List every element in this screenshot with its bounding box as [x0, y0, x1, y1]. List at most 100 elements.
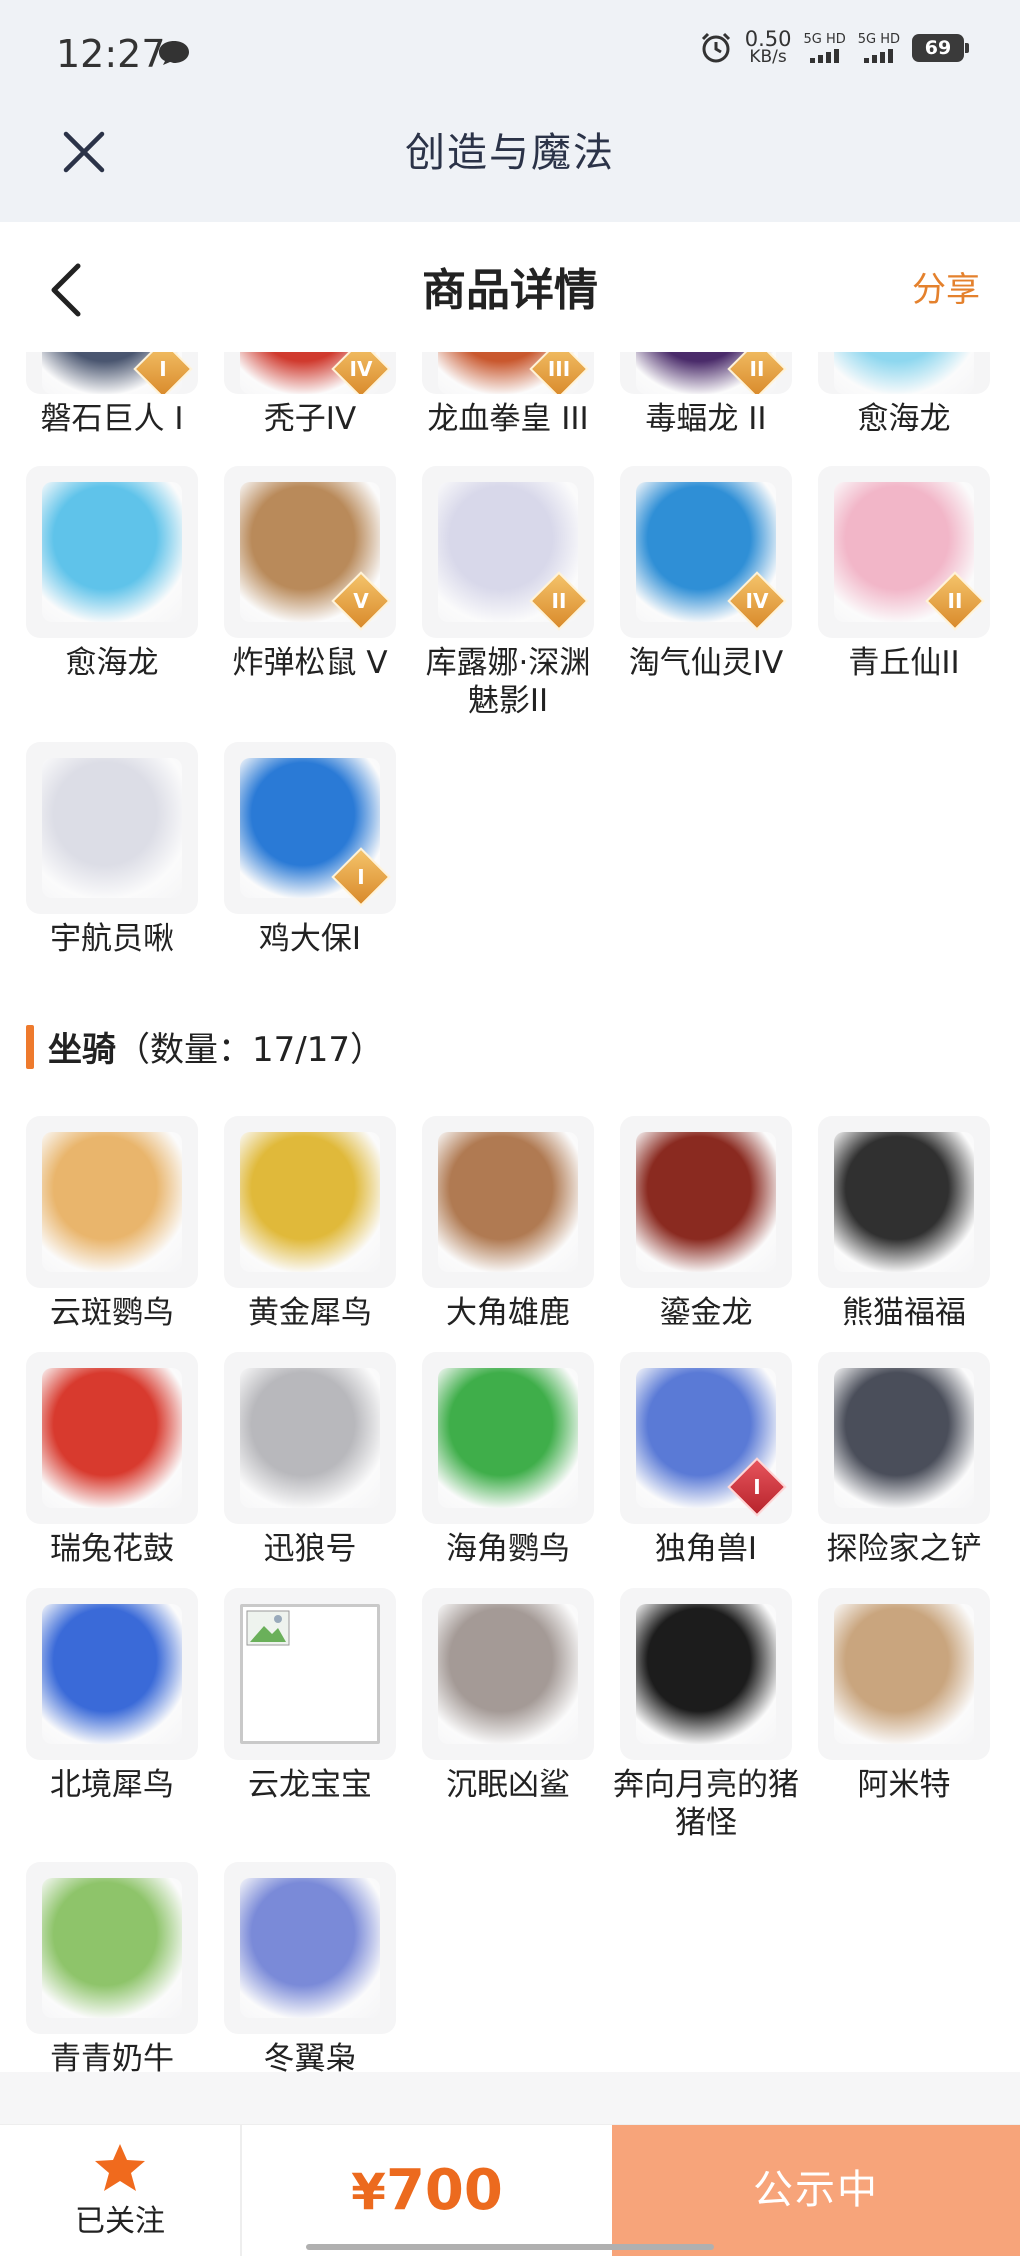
item-thumbnail [422, 1588, 594, 1760]
mount-section-header: 坐骑 （数量：17/17） [26, 1022, 384, 1071]
status-bar: 12:27 0.50 KB/s 5G HD 5G HD 69 [0, 0, 1020, 110]
item-thumbnail [818, 1116, 990, 1288]
item-image [42, 1368, 182, 1508]
item-name: 瑞兔花鼓 [50, 1531, 174, 1567]
pet-grid: 愈海龙 V 炸弹松鼠 V II 库露娜·深渊魅影II IV 淘气仙灵IV II 青丘仙II 宇航员… [26, 466, 990, 958]
pet-grid-partial: I 磐石巨人 I IV 秃子IV III 龙血拳皇 III II 毒蝠龙 II 愈海龙 [26, 352, 990, 438]
item-name: 迅狼号 [263, 1531, 357, 1567]
item-name: 奔向月亮的猪猪怪 [613, 1767, 799, 1841]
tier-badge-label: IV [745, 589, 769, 613]
item-thumbnail [26, 1352, 198, 1524]
item-card[interactable]: 海角鹦鸟 [422, 1352, 594, 1568]
item-card[interactable]: 冬翼枭 [224, 1862, 396, 2072]
item-thumbnail [26, 1116, 198, 1288]
tier-badge-label: I [753, 1475, 761, 1499]
item-card[interactable]: V 炸弹松鼠 V [224, 466, 396, 720]
item-card[interactable]: 大角雄鹿 [422, 1116, 594, 1332]
item-card[interactable]: 阿米特 [818, 1588, 990, 1842]
item-card[interactable]: 鎏金龙 [620, 1116, 792, 1332]
item-card[interactable]: 愈海龙 [26, 466, 198, 720]
item-name: 熊猫福福 [842, 1295, 966, 1331]
item-thumbnail [818, 352, 990, 394]
item-card[interactable]: II 库露娜·深渊魅影II [422, 466, 594, 720]
item-card[interactable]: 瑞兔花鼓 [26, 1352, 198, 1568]
item-card[interactable]: I 独角兽I [620, 1352, 792, 1568]
item-thumbnail: II [818, 466, 990, 638]
item-thumbnail [224, 1352, 396, 1524]
item-thumbnail [224, 1588, 396, 1760]
alarm-icon [701, 32, 730, 63]
item-card[interactable]: 青青奶牛 [26, 1862, 198, 2072]
item-card[interactable]: IV 秃子IV [224, 352, 396, 438]
item-card[interactable]: 愈海龙 [818, 352, 990, 438]
item-name: 青丘仙II [848, 645, 960, 681]
item-image [42, 1604, 182, 1744]
item-name: 鎏金龙 [659, 1295, 753, 1331]
item-card[interactable]: 探险家之铲 [818, 1352, 990, 1568]
item-card[interactable]: II 毒蝠龙 II [620, 352, 792, 438]
status-time: 12:27 [56, 32, 166, 76]
network-speed: 0.50 KB/s [745, 29, 792, 67]
item-thumbnail [620, 1588, 792, 1760]
signal-bars-icon [803, 47, 845, 63]
item-thumbnail: IV [620, 466, 792, 638]
item-image [240, 1878, 380, 2018]
currency-symbol: ¥ [351, 2163, 386, 2221]
item-name: 北境犀鸟 [50, 1767, 174, 1803]
signal-sim1: 5G HD [803, 33, 846, 63]
item-image [42, 482, 182, 622]
share-button[interactable]: 分享 [912, 262, 980, 311]
item-name: 宇航员啾 [50, 921, 174, 957]
item-card[interactable]: 北境犀鸟 [26, 1588, 198, 1842]
item-card[interactable]: II 青丘仙II [818, 466, 990, 720]
follow-button[interactable]: 已关注 [0, 2125, 242, 2256]
item-name: 愈海龙 [857, 401, 951, 437]
broken-image-icon [240, 1604, 380, 1744]
item-name: 云龙宝宝 [248, 1767, 372, 1803]
tier-badge-label: III [547, 357, 571, 381]
item-card[interactable]: III 龙血拳皇 III [422, 352, 594, 438]
page-title: 商品详情 [422, 265, 598, 316]
item-card[interactable]: 宇航员啾 [26, 742, 198, 958]
star-icon [95, 2143, 145, 2191]
item-card[interactable]: 迅狼号 [224, 1352, 396, 1568]
item-card[interactable]: 云龙宝宝 [224, 1588, 396, 1842]
follow-label: 已关注 [75, 2203, 165, 2239]
item-image [42, 1878, 182, 2018]
item-image [834, 1132, 974, 1272]
item-card[interactable]: 云斑鹦鸟 [26, 1116, 198, 1332]
section-accent-bar [26, 1024, 34, 1069]
nav-bar: 商品详情 分享 [0, 222, 1020, 352]
item-name: 秃子IV [263, 401, 357, 437]
sim2-label: 5G HD [857, 32, 900, 47]
item-name: 库露娜·深渊魅影II [425, 645, 591, 719]
item-name: 冬翼枭 [263, 2041, 357, 2072]
item-name: 毒蝠龙 II [645, 401, 767, 437]
price-value: 700 [385, 2158, 503, 2223]
tier-badge-label: I [159, 357, 167, 381]
tier-badge-label: II [947, 589, 963, 613]
item-name: 愈海龙 [65, 645, 159, 681]
home-indicator [306, 2244, 714, 2250]
item-name: 海角鹦鸟 [446, 1531, 570, 1567]
item-thumbnail: I [620, 1352, 792, 1524]
item-card[interactable]: 熊猫福福 [818, 1116, 990, 1332]
app-title: 创造与魔法 [405, 130, 615, 176]
item-card[interactable]: I 鸡大保I [224, 742, 396, 958]
item-card[interactable]: IV 淘气仙灵IV [620, 466, 792, 720]
item-thumbnail: III [422, 352, 594, 394]
item-image [834, 352, 974, 394]
product-detail-content[interactable]: I 磐石巨人 I IV 秃子IV III 龙血拳皇 III II 毒蝠龙 II 愈海龙 愈海龙 V… [0, 352, 1020, 2072]
item-card[interactable]: 黄金犀鸟 [224, 1116, 396, 1332]
battery-icon: 69 [912, 34, 969, 62]
item-card[interactable]: 沉眠凶鲨 [422, 1588, 594, 1842]
tier-badge-label: II [749, 357, 765, 381]
status-button[interactable]: 公示中 [612, 2125, 1020, 2256]
item-card[interactable]: 奔向月亮的猪猪怪 [613, 1588, 799, 1842]
item-name: 独角兽I [654, 1531, 758, 1567]
section-title: 坐骑 [48, 1030, 116, 1070]
app-bar: 创造与魔法 [0, 110, 1020, 222]
item-image [438, 1604, 578, 1744]
item-thumbnail [422, 1352, 594, 1524]
item-card[interactable]: I 磐石巨人 I [26, 352, 198, 438]
